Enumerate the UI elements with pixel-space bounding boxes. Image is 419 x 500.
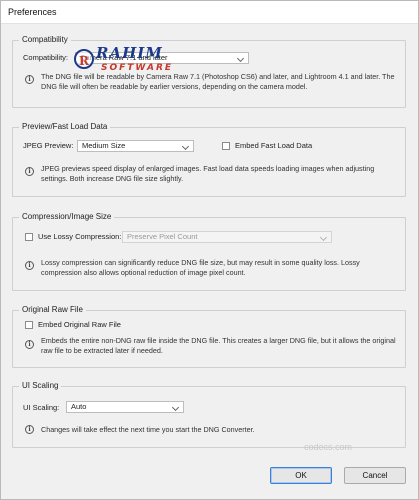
chevron-down-icon: [181, 142, 190, 151]
original-raw-legend: Original Raw File: [19, 305, 86, 314]
ui-scaling-note: Changes will take effect the next time y…: [41, 425, 255, 434]
ui-scaling-label: UI Scaling:: [23, 403, 60, 412]
ui-scaling-select[interactable]: Auto: [66, 401, 184, 413]
logo-text: RAHIM: [96, 44, 163, 62]
ok-button[interactable]: OK: [270, 467, 332, 484]
info-icon: i: [25, 75, 34, 84]
jpeg-preview-select[interactable]: Medium Size: [77, 140, 194, 152]
logo-subtext: SOFTWARE: [101, 63, 174, 73]
chevron-down-icon: [171, 403, 180, 412]
compression-legend: Compression/Image Size: [19, 212, 115, 221]
watermark: codecs.com: [304, 442, 353, 452]
compatibility-legend: Compatibility: [19, 35, 71, 44]
original-raw-note: Embeds the entire non-DNG raw file insid…: [41, 336, 396, 355]
ui-scaling-group: UI Scaling UI Scaling: Auto i Changes wi…: [12, 381, 406, 448]
ui-scaling-select-value: Auto: [71, 402, 87, 411]
logo-badge: R: [74, 49, 94, 69]
embed-fast-load-label: Embed Fast Load Data: [235, 141, 313, 150]
compression-note: Lossy compression can significantly redu…: [41, 258, 360, 277]
compression-group: Compression/Image Size Use Lossy Compres…: [12, 212, 406, 291]
embed-original-label: Embed Original Raw File: [38, 320, 121, 329]
pixel-count-select[interactable]: Preserve Pixel Count: [122, 231, 332, 243]
rahim-software-logo: R RAHIM SOFTWARE: [66, 41, 196, 83]
embed-fast-load-checkbox[interactable]: [222, 142, 230, 150]
preview-group: Preview/Fast Load Data JPEG Preview: Med…: [12, 122, 406, 197]
preview-note: JPEG previews speed display of enlarged …: [41, 164, 375, 183]
lossy-compression-label: Use Lossy Compression:: [38, 232, 122, 241]
chevron-down-icon: [236, 54, 245, 63]
preview-legend: Preview/Fast Load Data: [19, 122, 111, 131]
chevron-down-icon: [319, 233, 328, 242]
preferences-dialog: Preferences Compatibility Compatibility:…: [0, 0, 419, 500]
jpeg-preview-select-value: Medium Size: [82, 141, 126, 150]
title-bar: Preferences: [1, 1, 418, 24]
info-icon: i: [25, 340, 34, 349]
window-title: Preferences: [8, 7, 57, 17]
info-icon: i: [25, 167, 34, 176]
cancel-button[interactable]: Cancel: [344, 467, 406, 484]
compatibility-label: Compatibility:: [23, 53, 69, 62]
info-icon: i: [25, 261, 34, 270]
lossy-compression-checkbox[interactable]: [25, 233, 33, 241]
original-raw-group: Original Raw File Embed Original Raw Fil…: [12, 305, 406, 368]
embed-original-checkbox[interactable]: [25, 321, 33, 329]
info-icon: i: [25, 425, 34, 434]
ui-scaling-legend: UI Scaling: [19, 381, 62, 390]
jpeg-preview-label: JPEG Preview:: [23, 141, 74, 150]
pixel-count-select-value: Preserve Pixel Count: [127, 232, 198, 241]
